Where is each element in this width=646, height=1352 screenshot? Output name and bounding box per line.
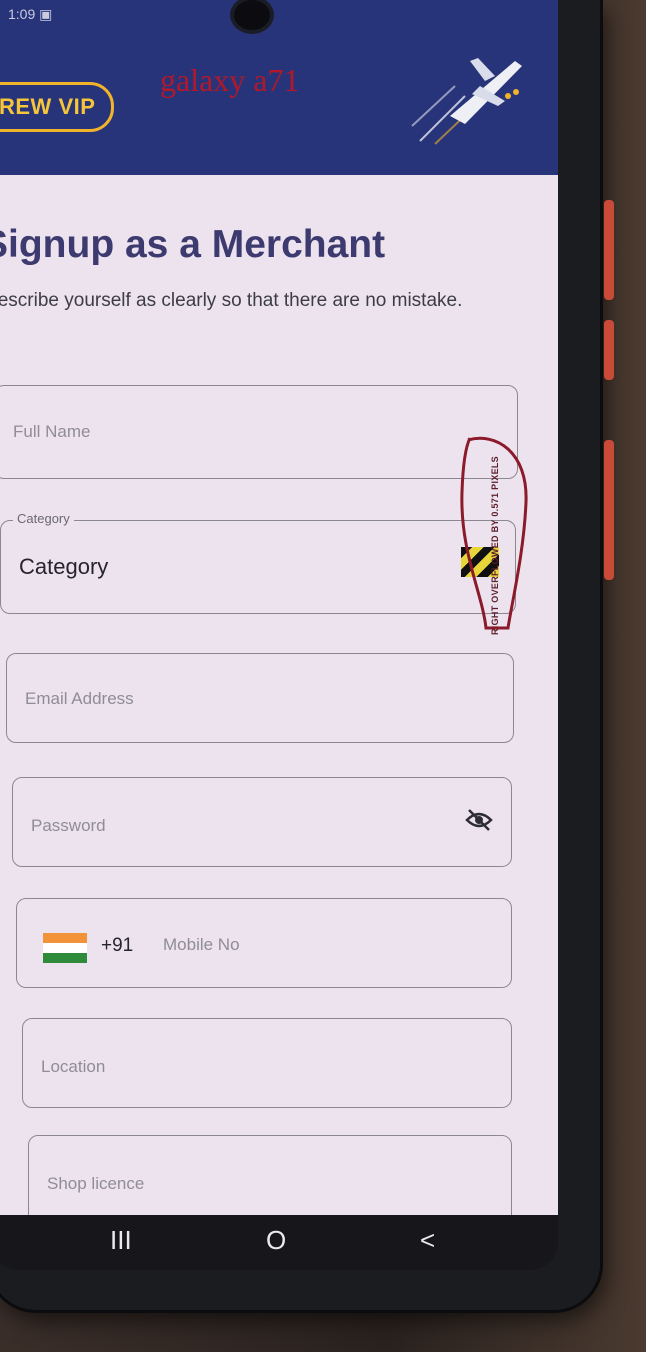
system-navbar: III O < <box>0 1215 558 1270</box>
device-overlay-label: galaxy a71 <box>160 62 300 98</box>
email-placeholder: Email Address <box>25 689 134 708</box>
shop-licence-field[interactable]: Shop licence <box>28 1135 512 1225</box>
visibility-off-icon[interactable] <box>465 808 493 832</box>
app-header: 1:09 ▣ REW VIP galaxy a71 <box>0 0 558 175</box>
notification-icon: ▣ <box>39 6 53 22</box>
location-field[interactable]: Location <box>22 1018 512 1108</box>
home-button[interactable]: O <box>266 1225 286 1256</box>
category-dropdown[interactable]: Category Category <box>0 511 516 614</box>
country-code: +91 <box>101 935 134 956</box>
location-placeholder: Location <box>41 1057 106 1076</box>
side-key <box>604 440 614 580</box>
recents-button[interactable]: III <box>110 1225 132 1256</box>
volume-button <box>604 320 614 380</box>
power-button <box>604 200 614 300</box>
crew-vip-badge[interactable]: REW VIP <box>0 82 115 132</box>
status-bar: 1:09 ▣ <box>8 6 52 23</box>
annotation-circle <box>460 436 528 630</box>
airplane-icon <box>411 58 522 145</box>
mobile-field[interactable]: +91 Mobile No <box>16 898 512 988</box>
form-content: Signup as a Merchant Describe yourself a… <box>0 175 558 1225</box>
screen: 1:09 ▣ REW VIP galaxy a71 Signup as a Me… <box>0 0 558 1270</box>
india-flag-icon[interactable] <box>43 933 87 963</box>
full-name-placeholder: Full Name <box>13 422 91 441</box>
back-button[interactable]: < <box>420 1225 435 1256</box>
email-field[interactable]: Email Address <box>6 653 514 743</box>
shop-licence-placeholder: Shop licence <box>47 1174 145 1193</box>
password-placeholder: Password <box>31 816 106 835</box>
mobile-placeholder: Mobile No <box>163 935 240 954</box>
category-value: Category <box>19 554 109 579</box>
phone-frame: 1:09 ▣ REW VIP galaxy a71 Signup as a Me… <box>0 0 614 1310</box>
front-camera <box>234 0 270 30</box>
page-subtitle: Describe yourself as clearly so that the… <box>0 290 463 311</box>
full-name-field[interactable]: Full Name <box>0 385 518 479</box>
status-time: 1:09 <box>8 6 36 22</box>
category-label: Category <box>13 511 74 526</box>
page-title: Signup as a Merchant <box>0 223 386 266</box>
password-field[interactable]: Password <box>12 777 512 867</box>
